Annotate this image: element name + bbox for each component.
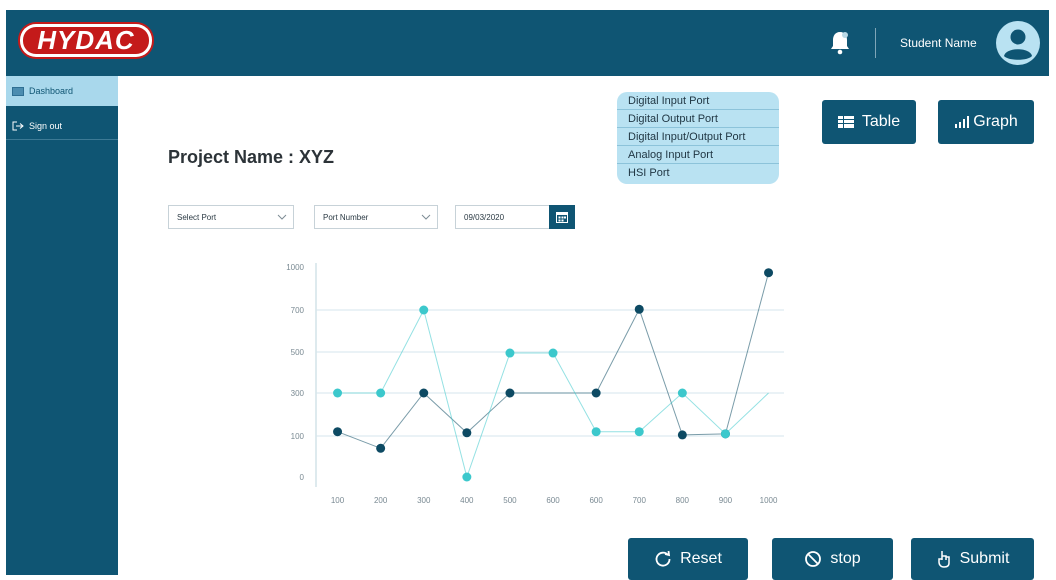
table-view-button[interactable]: Table bbox=[822, 100, 916, 144]
light-series-point bbox=[720, 429, 730, 439]
x-tick-label: 200 bbox=[374, 496, 388, 505]
light-series-point bbox=[462, 472, 472, 482]
dark-series-point bbox=[376, 443, 386, 453]
port-type-item[interactable]: Digital Input Port bbox=[617, 92, 779, 110]
dark-series-point bbox=[333, 427, 343, 437]
x-tick-label: 600 bbox=[589, 496, 603, 505]
sign-out-icon bbox=[12, 121, 24, 131]
x-tick-label: 1000 bbox=[760, 496, 778, 505]
port-type-item[interactable]: Digital Input/Output Port bbox=[617, 128, 779, 146]
port-number-dropdown[interactable]: Port Number bbox=[314, 205, 438, 229]
sidebar-divider bbox=[6, 139, 118, 140]
calendar-icon bbox=[556, 212, 568, 223]
stop-icon bbox=[805, 551, 822, 567]
port-number-value: Port Number bbox=[323, 212, 369, 222]
submit-button[interactable]: Submit bbox=[911, 538, 1034, 580]
date-field[interactable]: 09/03/2020 bbox=[455, 205, 550, 229]
bar-chart-icon bbox=[955, 116, 970, 128]
light-series-point bbox=[591, 427, 601, 437]
logo-text: HYDAC bbox=[37, 25, 135, 55]
chevron-down-icon bbox=[421, 214, 431, 220]
graph-view-button[interactable]: Graph bbox=[938, 100, 1034, 144]
calendar-button[interactable] bbox=[549, 205, 575, 229]
username[interactable]: Student Name bbox=[900, 36, 977, 50]
light-series-point bbox=[505, 348, 515, 358]
graph-button-label: Graph bbox=[973, 113, 1018, 130]
y-tick-label: 300 bbox=[291, 389, 305, 398]
y-tick-label: 0 bbox=[300, 473, 305, 482]
dark-series-point bbox=[634, 304, 644, 314]
dark-series-point bbox=[677, 430, 687, 440]
dark-series-point bbox=[764, 268, 774, 278]
select-port-value: Select Port bbox=[177, 212, 217, 222]
light-series-point bbox=[548, 348, 558, 358]
select-port-dropdown[interactable]: Select Port bbox=[168, 205, 294, 229]
stop-button[interactable]: stop bbox=[772, 538, 893, 580]
submit-button-label: Submit bbox=[959, 550, 1010, 567]
table-icon bbox=[837, 116, 854, 128]
hand-pointer-icon bbox=[937, 551, 950, 568]
line-chart: 0 100 300 500 700 1000 100 200 300 400 500 600 600 70… bbox=[286, 263, 784, 505]
hydac-logo[interactable]: HYDAC bbox=[20, 24, 152, 57]
dark-series-line bbox=[337, 272, 770, 449]
dark-series-point bbox=[419, 388, 429, 398]
port-type-list: Digital Input Port Digital Output Port D… bbox=[617, 92, 779, 184]
x-tick-label: 900 bbox=[719, 496, 733, 505]
user-avatar-icon[interactable] bbox=[995, 20, 1041, 66]
sidebar-item-label: Sign out bbox=[29, 121, 63, 131]
light-series-point bbox=[376, 388, 386, 398]
bell-icon[interactable] bbox=[828, 29, 852, 55]
sidebar-item-dashboard[interactable]: Dashboard bbox=[6, 76, 118, 106]
light-series-point bbox=[333, 388, 343, 398]
x-tick-label: 400 bbox=[460, 496, 474, 505]
dashboard-icon bbox=[12, 86, 24, 96]
chevron-down-icon bbox=[277, 214, 287, 220]
port-type-item[interactable]: Analog Input Port bbox=[617, 146, 779, 164]
page-title: Project Name : XYZ bbox=[168, 147, 335, 167]
y-tick-label: 100 bbox=[291, 432, 305, 441]
stop-button-label: stop bbox=[830, 550, 861, 567]
dark-series-point bbox=[591, 388, 601, 398]
dark-series-point bbox=[462, 428, 472, 438]
sidebar-item-label: Dashboard bbox=[29, 86, 74, 96]
light-series-point bbox=[634, 427, 644, 437]
table-button-label: Table bbox=[861, 113, 901, 130]
reset-button-label: Reset bbox=[680, 550, 722, 567]
sidebar-item-sign-out[interactable]: Sign out bbox=[6, 111, 118, 141]
x-tick-label: 300 bbox=[417, 496, 431, 505]
y-tick-label: 700 bbox=[291, 306, 305, 315]
light-series-point bbox=[419, 305, 429, 315]
dark-series-point bbox=[505, 388, 515, 398]
header-divider bbox=[875, 28, 876, 58]
reset-button[interactable]: Reset bbox=[628, 538, 748, 580]
y-tick-label: 500 bbox=[291, 348, 305, 357]
x-tick-label: 600 bbox=[546, 496, 560, 505]
x-tick-label: 800 bbox=[676, 496, 690, 505]
x-tick-label: 100 bbox=[331, 496, 345, 505]
date-value: 09/03/2020 bbox=[464, 212, 505, 222]
y-tick-label: 1000 bbox=[286, 263, 304, 272]
x-tick-label: 500 bbox=[503, 496, 517, 505]
top-header: HYDAC Student Name bbox=[6, 10, 1049, 76]
x-tick-label: 700 bbox=[633, 496, 647, 505]
light-series-point bbox=[677, 388, 687, 398]
sidebar: Dashboard Sign out bbox=[6, 76, 118, 575]
port-type-item[interactable]: HSI Port bbox=[617, 164, 779, 182]
port-type-item[interactable]: Digital Output Port bbox=[617, 110, 779, 128]
reset-icon bbox=[655, 550, 671, 567]
